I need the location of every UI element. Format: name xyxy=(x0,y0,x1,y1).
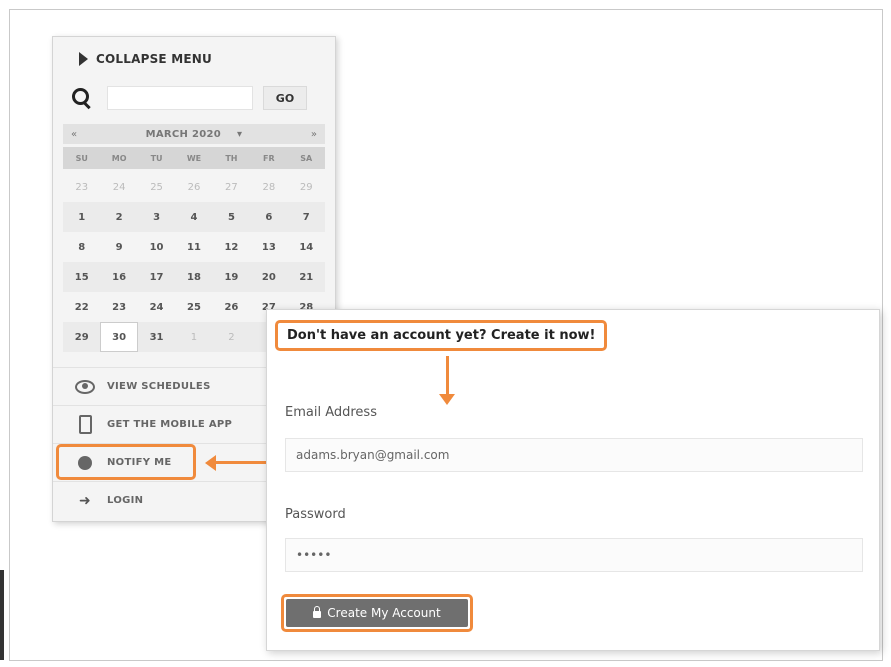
calendar-day[interactable]: 1 xyxy=(175,322,213,352)
sidebar-item-label: LOGIN xyxy=(107,495,144,506)
create-account-highlight: Create My Account xyxy=(281,594,473,632)
create-account-label: Create My Account xyxy=(327,606,441,620)
calendar-day[interactable]: 18 xyxy=(175,262,213,292)
month-label: MARCH 2020 xyxy=(145,128,222,140)
left-edge-bar xyxy=(0,570,4,660)
notify-me-highlight xyxy=(56,444,196,480)
email-field[interactable]: adams.bryan@gmail.com xyxy=(285,438,863,472)
calendar-day[interactable]: 4 xyxy=(175,202,213,232)
calendar-day[interactable]: 5 xyxy=(212,202,251,232)
signup-form-card: Don't have an account yet? Create it now… xyxy=(266,309,880,651)
calendar-day[interactable]: 25 xyxy=(175,292,212,322)
sidebar-item-label: VIEW SCHEDULES xyxy=(107,381,211,392)
lock-icon xyxy=(313,606,322,618)
calendar-day[interactable]: 29 xyxy=(288,172,325,202)
login-arrow-icon: ➜ xyxy=(78,492,92,509)
calendar-day[interactable]: 3 xyxy=(137,202,176,232)
weekday-label: TU xyxy=(150,153,163,163)
collapse-menu-label: COLLAPSE MENU xyxy=(96,52,212,66)
calendar-header: « MARCH 2020 ▾ » xyxy=(63,124,325,144)
calendar-day[interactable]: 28 xyxy=(250,172,287,202)
prev-month-button[interactable]: « xyxy=(71,129,77,140)
calendar-day[interactable]: 16 xyxy=(100,262,138,292)
signup-heading: Don't have an account yet? Create it now… xyxy=(275,320,608,351)
calendar-day[interactable]: 24 xyxy=(138,292,175,322)
highlight-arrow-vertical xyxy=(446,356,449,396)
calendar-day[interactable]: 23 xyxy=(100,292,137,322)
calendar-day[interactable]: 9 xyxy=(100,232,137,262)
play-triangle-icon xyxy=(79,52,88,66)
weekday-label: TH xyxy=(225,153,238,163)
sidebar-item-label: GET THE MOBILE APP xyxy=(107,419,233,430)
search-input[interactable] xyxy=(107,86,253,110)
weekday-label: WE xyxy=(186,153,202,163)
calendar-day[interactable]: 13 xyxy=(250,232,287,262)
phone-icon xyxy=(75,415,95,434)
calendar-day[interactable]: 15 xyxy=(63,262,101,292)
weekday-label: FR xyxy=(263,153,275,163)
password-label: Password xyxy=(285,507,346,522)
calendar-day[interactable]: 20 xyxy=(250,262,288,292)
calendar-day[interactable]: 30 xyxy=(100,322,138,352)
search-icon xyxy=(71,87,93,110)
weekday-label: SA xyxy=(300,153,313,163)
calendar-day[interactable]: 27 xyxy=(213,172,250,202)
go-button[interactable]: GO xyxy=(263,86,307,110)
weekday-header: SU MO TU WE TH FR SA xyxy=(63,147,325,169)
calendar-day[interactable]: 14 xyxy=(288,232,325,262)
calendar-day[interactable]: 7 xyxy=(287,202,325,232)
month-select[interactable]: MARCH 2020 ▾ xyxy=(146,129,243,140)
collapse-menu-button[interactable]: COLLAPSE MENU xyxy=(79,49,212,69)
calendar-day[interactable]: 26 xyxy=(213,292,250,322)
calendar-day[interactable]: 26 xyxy=(175,172,212,202)
calendar-day[interactable]: 2 xyxy=(212,322,251,352)
calendar-day[interactable]: 12 xyxy=(213,232,250,262)
next-month-button[interactable]: » xyxy=(311,129,317,140)
email-label: Email Address xyxy=(285,405,377,420)
calendar-day[interactable]: 22 xyxy=(63,292,100,322)
calendar-day[interactable]: 1 xyxy=(63,202,101,232)
calendar-day[interactable]: 31 xyxy=(137,322,176,352)
arrow-left-icon xyxy=(205,455,216,471)
calendar-day[interactable]: 29 xyxy=(63,322,101,352)
highlight-arrow-horizontal xyxy=(212,461,266,464)
search-row: GO xyxy=(71,85,323,111)
calendar-day[interactable]: 6 xyxy=(250,202,288,232)
calendar-day[interactable]: 23 xyxy=(63,172,100,202)
calendar-day[interactable]: 2 xyxy=(100,202,138,232)
create-account-button[interactable]: Create My Account xyxy=(286,599,468,627)
eye-icon xyxy=(75,378,95,396)
calendar-day[interactable]: 8 xyxy=(63,232,100,262)
weekday-label: MO xyxy=(111,153,127,163)
arrow-down-icon xyxy=(439,394,455,405)
calendar-day[interactable]: 17 xyxy=(137,262,176,292)
calendar-day[interactable]: 19 xyxy=(212,262,251,292)
password-field[interactable]: ••••• xyxy=(285,538,863,572)
calendar-day[interactable]: 24 xyxy=(100,172,137,202)
calendar-day[interactable]: 25 xyxy=(138,172,175,202)
calendar-day[interactable]: 10 xyxy=(138,232,175,262)
chevron-down-icon: ▾ xyxy=(237,128,243,140)
weekday-label: SU xyxy=(75,153,88,163)
calendar-day[interactable]: 21 xyxy=(287,262,325,292)
calendar-day[interactable]: 11 xyxy=(175,232,212,262)
